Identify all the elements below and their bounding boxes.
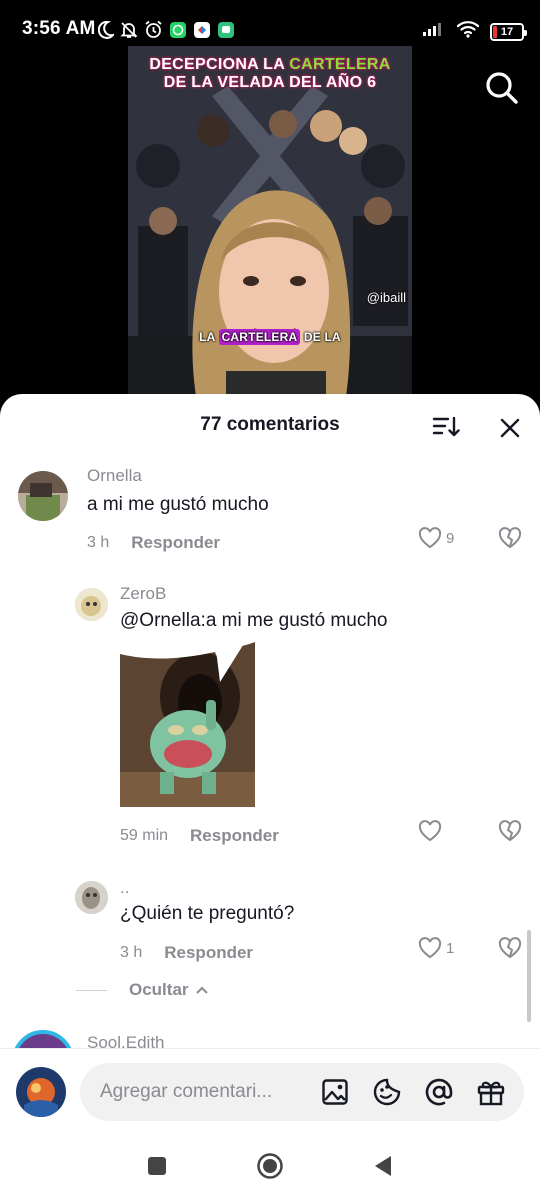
dislike-button[interactable]: [498, 820, 522, 847]
status-icons-left: [98, 20, 235, 39]
alarm-icon: [144, 20, 163, 39]
triangle-back-icon: [375, 1156, 391, 1176]
battery-level: 17: [500, 25, 514, 38]
like-button[interactable]: 9: [418, 527, 454, 549]
broken-heart-icon: [498, 937, 522, 959]
my-avatar[interactable]: [16, 1067, 66, 1117]
comment-time: 3 h: [120, 944, 143, 961]
hide-replies-button[interactable]: Ocultar: [76, 980, 209, 1000]
comment-meta: 59 min Responder: [120, 826, 279, 846]
back-button[interactable]: [372, 1154, 394, 1183]
video-title-part: DECEPCIONA LA: [149, 56, 290, 73]
mention-button[interactable]: [424, 1077, 454, 1107]
dislike-button[interactable]: [498, 527, 522, 554]
wifi-icon: [456, 20, 480, 43]
comment-username[interactable]: ZeroB: [120, 584, 166, 604]
gift-button[interactable]: [476, 1077, 506, 1107]
close-icon: [500, 418, 520, 438]
chevron-up-icon: [195, 986, 208, 994]
video-title-highlight: CARTELERA: [289, 56, 391, 73]
status-right: 17: [422, 20, 527, 43]
like-button[interactable]: [418, 820, 446, 842]
avatar[interactable]: [18, 471, 68, 521]
system-navigation-bar: [0, 1137, 540, 1199]
gift-icon: [477, 1081, 505, 1106]
caption-part: LA: [199, 330, 219, 344]
sort-icon: [432, 416, 460, 437]
comment-input[interactable]: Agregar comentari...: [80, 1063, 524, 1121]
sticker-smile-icon: [373, 1078, 401, 1106]
scrollbar[interactable]: [527, 930, 531, 1022]
like-count: 1: [446, 939, 455, 957]
reply-button[interactable]: Responder: [164, 943, 253, 963]
dislike-button[interactable]: [498, 937, 522, 964]
sort-button[interactable]: [432, 414, 460, 440]
hide-replies-label: Ocultar: [129, 980, 189, 999]
creator-face: [192, 190, 351, 396]
comment-time: 3 h: [87, 534, 110, 551]
broken-heart-icon: [498, 820, 522, 842]
at-icon: [425, 1078, 453, 1106]
caption-highlight: CARTELERA: [218, 329, 301, 345]
video-handle: @ibaill: [366, 290, 406, 305]
comment-meta: 3 h Responder: [120, 943, 253, 963]
comment-text: ¿Quién te preguntó?: [120, 903, 295, 924]
divider-line: [76, 989, 107, 991]
image-button[interactable]: [320, 1077, 350, 1107]
comment-time: 59 min: [120, 827, 169, 844]
comment-composer: Agregar comentari...: [0, 1048, 540, 1199]
home-button[interactable]: [256, 1152, 284, 1185]
comment-input-placeholder: Agregar comentari...: [100, 1081, 273, 1102]
moon-icon: [98, 20, 114, 39]
comment-text: @Ornella:a mi me gustó mucho: [120, 610, 388, 631]
avatar[interactable]: [75, 881, 108, 914]
broken-heart-icon: [498, 527, 522, 549]
heart-icon: [418, 937, 442, 959]
comment-username[interactable]: ..: [120, 878, 129, 898]
status-time: 3:56 AM: [22, 18, 96, 39]
comment-text: a mi me gustó mucho: [87, 494, 269, 515]
video-title-line2: DE LA VELADA DEL AÑO 6: [163, 74, 377, 91]
reply-button[interactable]: Responder: [131, 533, 220, 553]
emoji-button[interactable]: [372, 1077, 402, 1107]
heart-icon: [418, 820, 442, 842]
square-icon: [148, 1157, 166, 1175]
chat-app-icon: [217, 21, 235, 39]
comment-sticker-image[interactable]: [120, 642, 255, 807]
app-icon: [193, 21, 211, 39]
reply-button[interactable]: Responder: [190, 826, 279, 846]
signal-icon: [422, 21, 446, 42]
circle-home-icon: [257, 1153, 283, 1179]
like-button[interactable]: 1: [418, 937, 454, 959]
video-caption: LA CARTELERA DE LA: [128, 328, 412, 346]
video-thumbnail[interactable]: DECEPCIONA LA CARTELERA DE LA VELADA DEL…: [128, 46, 412, 396]
heart-icon: [418, 527, 442, 549]
video-title: DECEPCIONA LA CARTELERA DE LA VELADA DEL…: [128, 56, 412, 92]
battery-indicator: 17: [490, 22, 527, 41]
avatar[interactable]: [75, 588, 108, 621]
comments-sheet: 77 comentarios Ornella a mi me gustó muc…: [0, 394, 540, 1199]
like-count: 9: [446, 529, 455, 547]
recents-button[interactable]: [146, 1155, 168, 1182]
comment-username[interactable]: Ornella: [87, 466, 142, 486]
caption-part: DE LA: [300, 330, 341, 344]
search-button[interactable]: [482, 68, 522, 108]
image-icon: [322, 1079, 348, 1105]
whatsapp-icon: [169, 21, 187, 39]
bell-off-icon: [120, 21, 138, 39]
search-icon: [486, 72, 518, 104]
composer-actions: [320, 1077, 506, 1107]
close-button[interactable]: [498, 416, 522, 440]
comment-meta: 3 h Responder: [87, 533, 220, 553]
